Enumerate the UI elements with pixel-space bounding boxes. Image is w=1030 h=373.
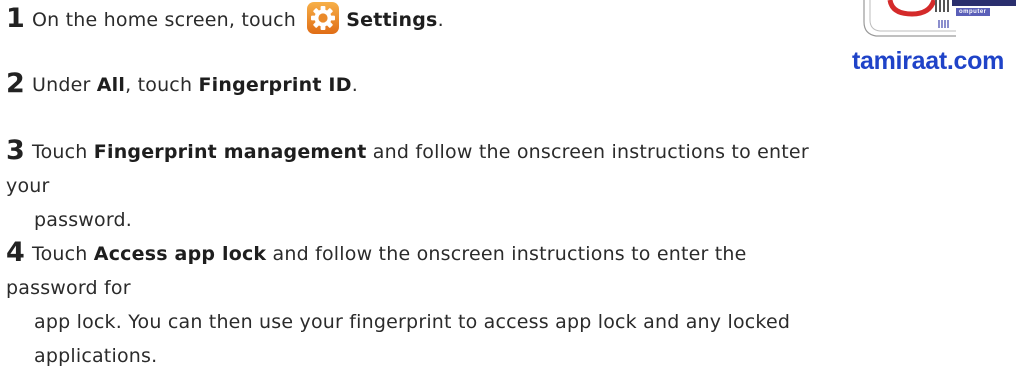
- settings-label: Settings: [346, 9, 438, 31]
- step-3: 3 Touch Fingerprint management and follow…: [6, 135, 809, 231]
- step-number: 2: [6, 68, 25, 99]
- fingerprint-management-label: Fingerprint management: [93, 141, 367, 163]
- step-4: 4 Touch Access app lock and follow the on…: [6, 237, 791, 367]
- fingerprint-id-label: Fingerprint ID: [198, 74, 352, 96]
- step-2: 2 Under All, touch Fingerprint ID.: [6, 68, 358, 99]
- watermark-text: tamiraat.com: [852, 47, 1005, 75]
- watermark-emblem-icon: [863, 0, 1016, 37]
- step-number: 1: [6, 3, 25, 34]
- step-number: 3: [6, 135, 25, 166]
- step-1: 1 On the home screen, touch Settings.: [6, 2, 444, 34]
- step-number: 4: [6, 237, 25, 268]
- watermark-logo: omputer tamiraat.com: [836, 0, 1030, 80]
- step-text: On the home screen, touch: [32, 9, 297, 31]
- access-app-lock-label: Access app lock: [93, 243, 267, 265]
- watermark-badge: omputer: [956, 8, 990, 16]
- all-label: All: [96, 74, 126, 96]
- settings-gear-icon: [307, 2, 340, 34]
